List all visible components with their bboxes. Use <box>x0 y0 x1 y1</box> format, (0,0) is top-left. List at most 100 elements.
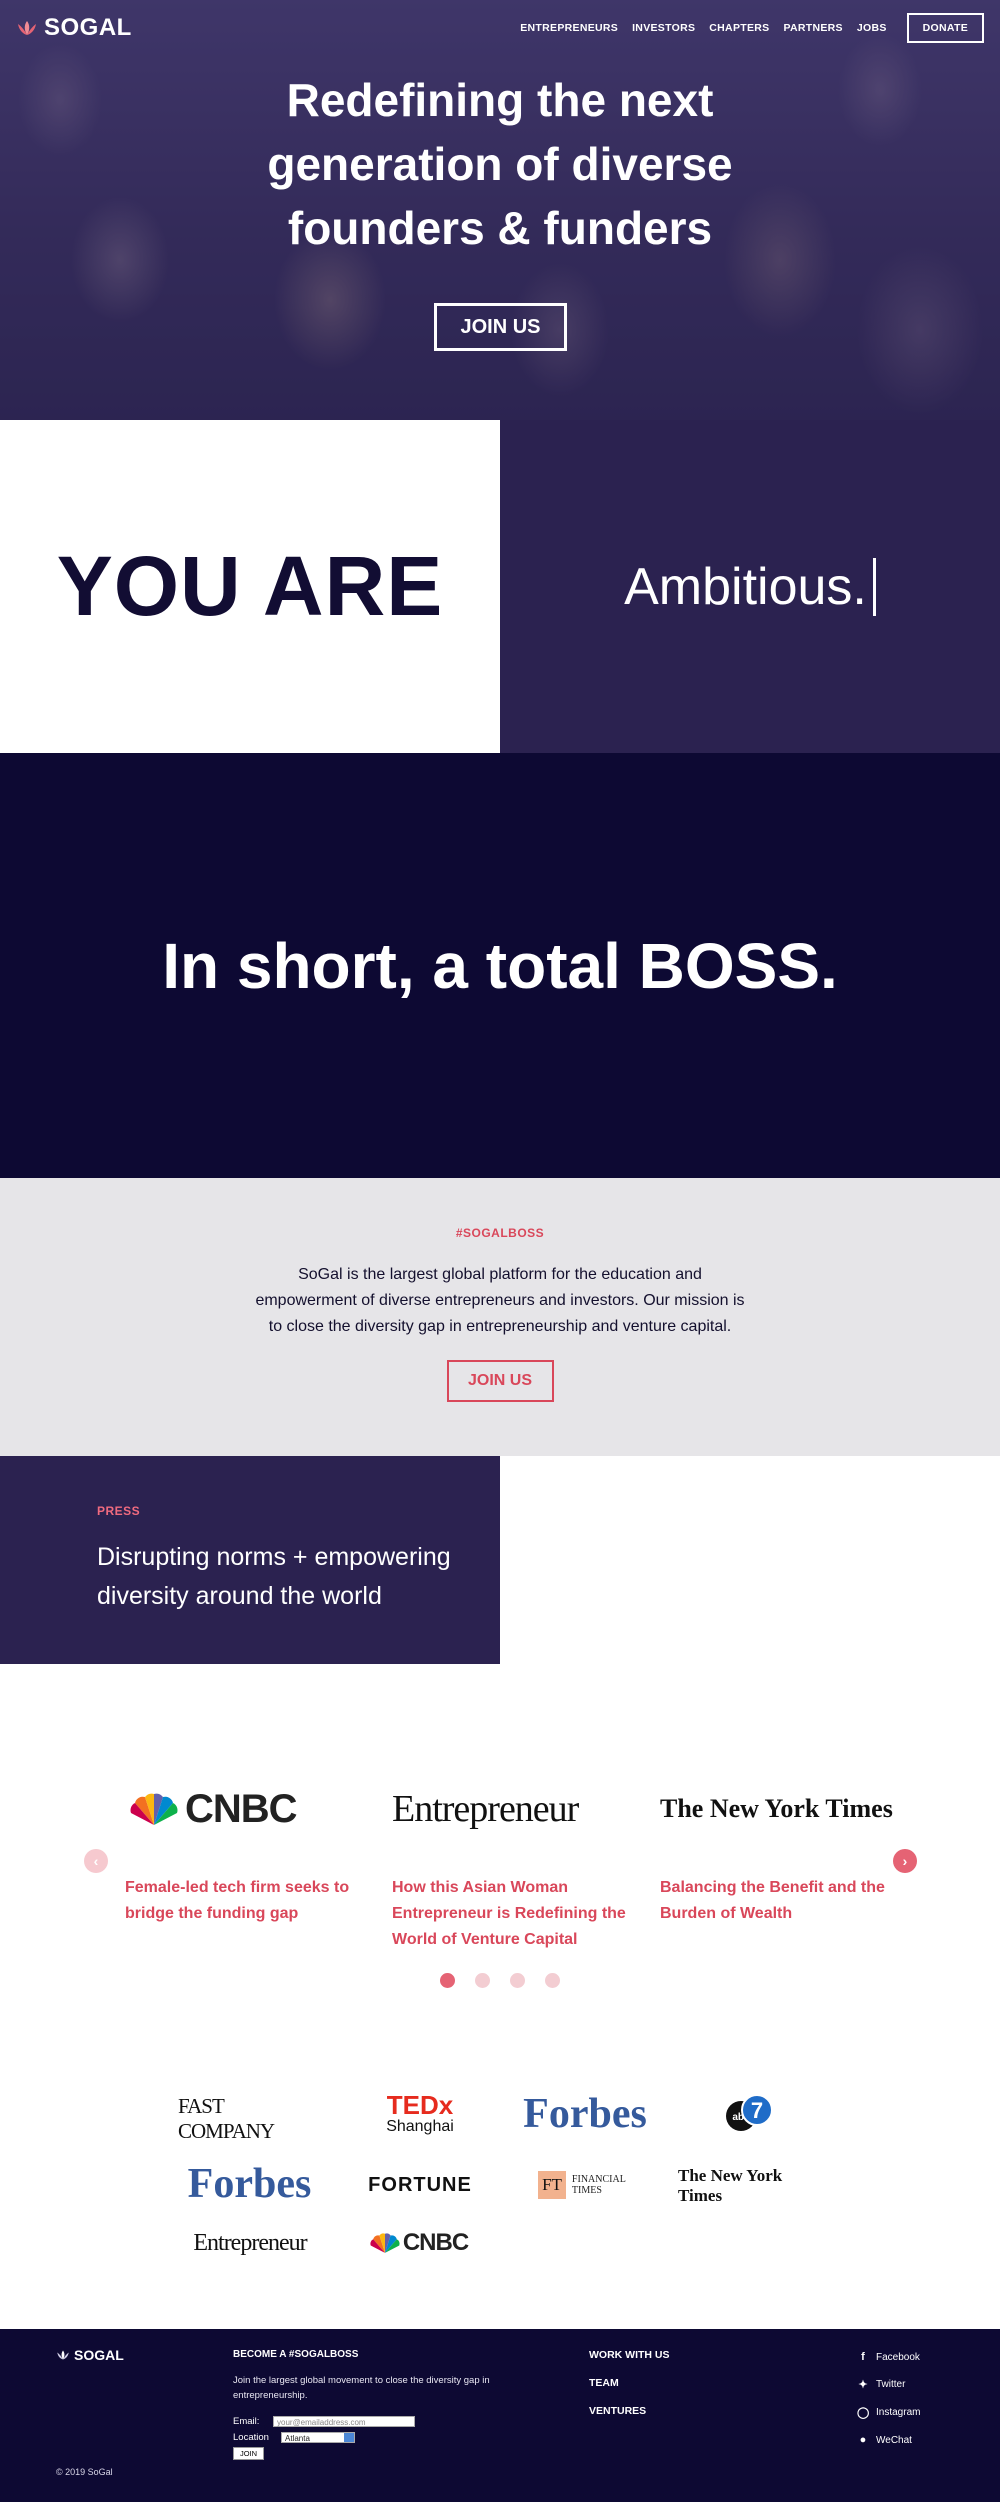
press-section: PRESS Disrupting norms + empowering dive… <box>0 1456 1000 1664</box>
logo-forbes: Forbes <box>510 2089 660 2139</box>
you-are-right-panel: Ambitious. <box>500 420 1000 753</box>
logo-tedx-sub: Shanghai <box>386 2118 454 2135</box>
logo-text: SOGAL <box>44 14 132 41</box>
social-label: Twitter <box>876 2379 906 2390</box>
newsletter-title: BECOME A #SOGALBOSS <box>233 2349 359 2360</box>
social-label: Facebook <box>876 2351 920 2363</box>
typing-cursor <box>872 557 876 616</box>
card-title[interactable]: Female-led tech firm seeks to bridge the… <box>125 1875 360 1927</box>
email-input[interactable]: your@emailaddress.com <box>273 2415 415 2427</box>
footer-logo[interactable]: SOGAL <box>56 2347 124 2363</box>
footer-link-work-with-us[interactable]: WORK WITH US <box>589 2349 670 2361</box>
nav-jobs[interactable]: JOBS <box>857 22 887 34</box>
mission-join-button[interactable]: JOIN US <box>446 1360 554 1402</box>
social-twitter[interactable]: ✦ Twitter <box>857 2378 920 2391</box>
nav-investors[interactable]: INVESTORS <box>632 22 695 34</box>
location-label: Location <box>233 2431 269 2443</box>
chevron-right-icon: › <box>902 1853 908 1869</box>
social-wechat[interactable]: ● WeChat <box>857 2434 920 2446</box>
nav-entrepreneurs[interactable]: ENTREPRENEURS <box>520 22 618 34</box>
location-row: Location Atlanta <box>233 2429 415 2445</box>
nav-partners[interactable]: PARTNERS <box>783 22 842 34</box>
press-card[interactable]: Entrepreneur How this Asian Woman Entrep… <box>392 1779 627 1953</box>
logo-cnbc-text: CNBC <box>402 2229 469 2256</box>
nbc-peacock-icon <box>130 1793 178 1825</box>
logo-entrepreneur-text: Entrepreneur <box>193 2229 307 2256</box>
card-title[interactable]: Balancing the Benefit and the Burden of … <box>660 1875 895 1927</box>
you-are-text: YOU ARE <box>56 539 444 633</box>
instagram-icon: ◯ <box>857 2407 870 2419</box>
card-title[interactable]: How this Asian Woman Entrepreneur is Red… <box>392 1875 627 1953</box>
logo-forbes-text: Forbes <box>523 2091 647 2137</box>
newsletter-join-button[interactable]: JOIN <box>233 2447 265 2460</box>
hero-title: Redefining the next generation of divers… <box>0 68 1000 260</box>
sogal-logo[interactable]: SOGAL <box>16 14 132 42</box>
hero-section: SOGAL ENTREPRENEURS INVESTORS CHAPTERS P… <box>0 0 1000 420</box>
carousel-dot[interactable] <box>545 1973 560 1988</box>
footer-link-team[interactable]: TEAM <box>589 2377 670 2389</box>
donate-button[interactable]: DONATE <box>906 13 984 43</box>
logo-fortune: FORTUNE <box>368 2167 472 2203</box>
press-carousel: ‹ CNBC Female-led tech firm seeks to bri… <box>0 1664 1000 2059</box>
press-heading: Disrupting norms + empowering diversity … <box>97 1543 451 1610</box>
hero-title-line-1: Redefining the next <box>286 74 714 126</box>
typed-word: Ambitious. <box>624 557 867 616</box>
top-nav: SOGAL ENTREPRENEURS INVESTORS CHAPTERS P… <box>0 0 1000 56</box>
logo-forbes-text: Forbes <box>187 2161 312 2207</box>
carousel-dot[interactable] <box>510 1973 525 1988</box>
carousel-dots <box>0 1973 1000 1988</box>
carousel-prev-button[interactable]: ‹ <box>84 1849 108 1873</box>
boss-section: In short, a total BOSS. <box>0 753 1000 1178</box>
carousel-dot[interactable] <box>440 1973 455 1988</box>
footer-link-ventures[interactable]: VENTURES <box>589 2405 670 2417</box>
hero-title-line-3: founders & funders <box>287 202 713 254</box>
footer-logo-text: SOGAL <box>74 2347 124 2363</box>
hero-join-button[interactable]: JOIN US <box>434 303 567 351</box>
logo-cnbc: CNBC <box>345 2225 490 2261</box>
logo-fortune-text: FORTUNE <box>368 2173 472 2196</box>
press-card[interactable]: CNBC Female-led tech firm seeks to bridg… <box>125 1779 360 1927</box>
logo-ft-text: FINANCIAL TIMES <box>571 2174 626 2196</box>
newsletter-form: Email: your@emailaddress.com Location At… <box>233 2413 415 2460</box>
mission-text: SoGal is the largest global platform for… <box>255 1266 745 1335</box>
chevron-left-icon: ‹ <box>93 1853 99 1869</box>
carousel-next-button[interactable]: › <box>893 1849 917 1873</box>
press-tag: PRESS <box>97 1504 141 1518</box>
logo-abc7: abc 7 <box>718 2091 778 2137</box>
press-logo-wall: FAST COMPANY TEDx Shanghai Forbes abc 7 … <box>0 2059 1000 2329</box>
logo-entrepreneur: Entrepreneur <box>175 2225 325 2261</box>
mission-tag: #SOGALBOSS <box>455 1226 545 1240</box>
logo-tedx-text: TEDx <box>386 2090 454 2120</box>
wechat-icon: ● <box>859 2434 867 2446</box>
card-logo-text: CNBC <box>185 1786 298 1831</box>
newsletter-description: Join the largest global movement to clos… <box>233 2375 490 2401</box>
nav-chapters[interactable]: CHAPTERS <box>709 22 769 34</box>
copyright: © 2019 SoGal <box>56 2467 113 2477</box>
logo-fastcompany: FAST COMPANY <box>178 2094 323 2143</box>
nav-links: ENTREPRENEURS INVESTORS CHAPTERS PARTNER… <box>520 13 984 43</box>
card-logo-cnbc: CNBC <box>125 1779 360 1839</box>
logo-forbes: Forbes <box>172 2159 327 2209</box>
mission-section: #SOGALBOSS SoGal is the largest global p… <box>0 1178 1000 1456</box>
card-logo-text: Entrepreneur <box>392 1788 579 1830</box>
svg-text:7: 7 <box>751 2098 763 2123</box>
site-footer: SOGAL © 2019 SoGal BECOME A #SOGALBOSS J… <box>0 2329 1000 2502</box>
logo-financial-times: FT FINANCIAL TIMES <box>530 2167 640 2203</box>
social-label: Instagram <box>876 2407 921 2418</box>
card-logo-entrepreneur: Entrepreneur <box>392 1779 627 1839</box>
social-facebook[interactable]: f Facebook <box>857 2351 920 2363</box>
footer-links: WORK WITH US TEAM VENTURES <box>589 2349 670 2417</box>
logo-nyt: The New York Times <box>678 2166 823 2205</box>
social-label: WeChat <box>876 2434 912 2446</box>
press-box: PRESS Disrupting norms + empowering dive… <box>0 1456 500 1664</box>
carousel-dot[interactable] <box>475 1973 490 1988</box>
logo-ft-mark: FT <box>538 2171 566 2199</box>
logo-tedx: TEDx Shanghai <box>375 2089 465 2139</box>
you-are-section: YOU ARE Ambitious. <box>0 420 1000 753</box>
boss-text: In short, a total BOSS. <box>162 929 838 1002</box>
press-card[interactable]: The New York Times Balancing the Benefit… <box>660 1779 895 1927</box>
card-logo-nyt: The New York Times <box>660 1779 895 1839</box>
logo-nyt-text: The New York Times <box>678 2166 783 2205</box>
location-select[interactable]: Atlanta <box>281 2431 355 2443</box>
social-instagram[interactable]: ◯ Instagram <box>857 2406 920 2419</box>
